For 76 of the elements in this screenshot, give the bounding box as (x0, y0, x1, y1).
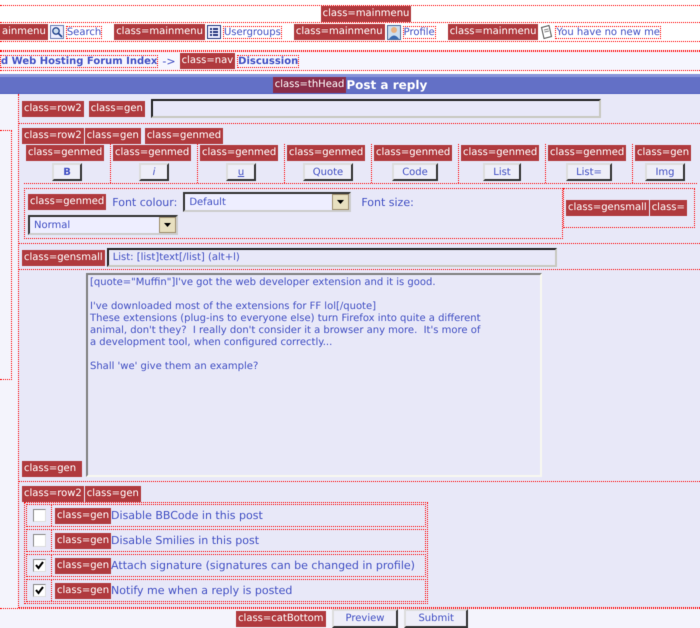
breadcrumb-link[interactable]: d Web Hosting Forum Index (0, 54, 158, 68)
class-label: class=genmed (144, 128, 224, 144)
class-label: class=thHead (272, 77, 346, 93)
breadcrumb-link[interactable]: Discussion (237, 54, 300, 68)
class-label: class=genmed (26, 145, 104, 161)
class-label: class=gen (55, 532, 112, 548)
class-label: class=row2 (22, 128, 84, 144)
message-field[interactable] (86, 273, 542, 477)
option-label: Disable BBCode in this post (111, 509, 263, 522)
format-button[interactable]: Img (645, 163, 685, 181)
checkbox[interactable] (32, 534, 46, 547)
format-button[interactable]: B (52, 163, 82, 181)
class-label: class= (650, 200, 687, 216)
message-line: These extensions (plug-ins to everyone else) turn Firefox into quite a different (90, 313, 482, 325)
class-label: class=gensmall (22, 250, 105, 266)
class-label: class=genmed (287, 145, 366, 161)
class-label: class=gen (22, 461, 82, 477)
menu-link[interactable]: Usergroups (222, 26, 282, 38)
class-label: class=genmed (461, 145, 540, 161)
checkbox[interactable] (32, 509, 46, 522)
format-button[interactable]: i (139, 163, 169, 181)
format-button[interactable]: Quote (302, 163, 354, 181)
form-button[interactable]: Submit (404, 609, 468, 628)
checkmark-icon (34, 586, 44, 595)
class-label: class=gen (84, 128, 141, 144)
class-label: ainmenu (0, 24, 48, 40)
format-button[interactable]: Code (392, 163, 438, 181)
class-label: class=gen (55, 582, 112, 598)
option-label: Attach signature (signatures can be changed in profile) (111, 559, 415, 572)
class-label: class=gen (55, 558, 112, 574)
class-label: class=nav (180, 53, 236, 69)
format-button[interactable]: u (226, 163, 256, 181)
search-icon (50, 25, 64, 39)
font-colour-label: Font colour: (112, 196, 178, 208)
form-button[interactable]: Preview (332, 609, 398, 628)
subject-field[interactable] (150, 99, 601, 118)
class-label: class=row2 (22, 486, 84, 502)
checkmark-icon (34, 561, 44, 570)
list-icon (206, 25, 221, 39)
option-label: Notify me when a reply is posted (111, 584, 292, 597)
class-label: class=catBottom (236, 610, 326, 626)
class-label: class=genmed (28, 194, 106, 210)
message-line: animal, don't they? I really don't consider it a browser any more. It's more of (90, 325, 482, 337)
class-label: class=mainmenu (114, 24, 205, 40)
option-label: Disable Smilies in this post (111, 534, 260, 547)
font-size-select[interactable]: Normal (28, 215, 178, 235)
class-label: class=gen (84, 486, 141, 502)
message-line: a development tool, when configured correctly... (90, 337, 334, 349)
menu-link[interactable]: Search (66, 26, 102, 38)
document-icon (540, 25, 554, 39)
class-label: class=genmed (374, 145, 452, 161)
breadcrumb-separator: -> (162, 54, 176, 68)
format-button[interactable]: List= (566, 163, 612, 181)
font-colour-select[interactable]: Default (183, 192, 352, 212)
class-label: class=genmed (548, 145, 626, 161)
class-label: class=genmed (200, 145, 278, 161)
class-label: class=mainmenu (320, 6, 412, 22)
class-label: class=gensmall (566, 200, 649, 216)
menu-link[interactable]: You have no new me (555, 26, 661, 38)
menu-link[interactable]: Profile (402, 26, 436, 38)
format-button[interactable]: List (483, 163, 521, 181)
person-icon (386, 24, 401, 40)
class-label: class=genmed (113, 145, 192, 161)
class-label: class=mainmenu (448, 24, 538, 40)
class-label: class=gen (55, 508, 112, 524)
header-title: Post a reply (346, 78, 428, 92)
checkbox[interactable] (32, 559, 46, 572)
class-label: class=mainmenu (294, 24, 385, 40)
checkbox[interactable] (32, 584, 46, 597)
font-size-label: Font size: (361, 196, 414, 208)
class-label: class=gen (635, 145, 692, 161)
message-line: Shall 'we' give them an example? (90, 361, 260, 373)
class-label: class=row2 (22, 100, 84, 116)
message-line: I've downloaded most of the extensions for FF lol[/quote] (90, 301, 378, 313)
class-label: class=gen (88, 100, 145, 116)
message-line: [quote="Muffin"]I've got the web developer extension and it is good. (90, 277, 437, 289)
